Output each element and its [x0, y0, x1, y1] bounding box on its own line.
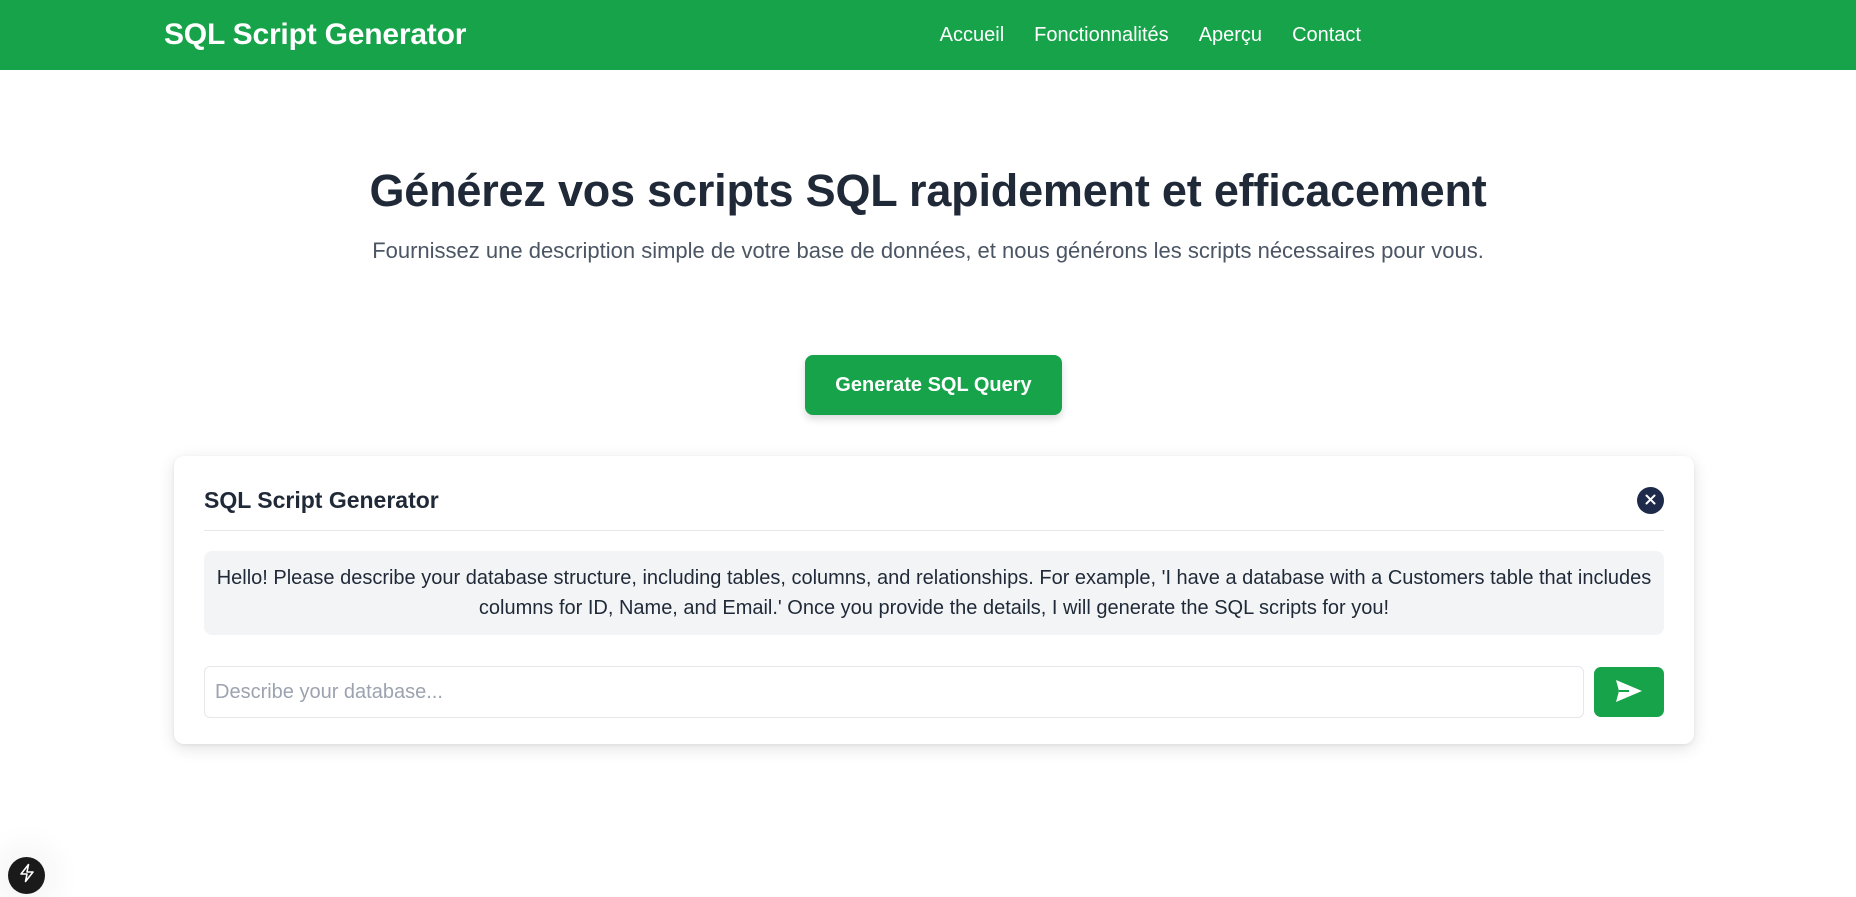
nav-link-accueil[interactable]: Accueil: [940, 24, 1004, 47]
top-navbar: SQL Script Generator Accueil Fonctionnal…: [0, 0, 1856, 70]
database-description-input[interactable]: [204, 666, 1584, 718]
chat-panel: SQL Script Generator Hello! Please descr…: [174, 456, 1694, 744]
nav-links: Accueil Fonctionnalités Aperçu Contact: [940, 24, 1361, 47]
nav-link-contact[interactable]: Contact: [1292, 24, 1361, 47]
close-button[interactable]: [1637, 486, 1664, 514]
send-button[interactable]: [1594, 667, 1664, 717]
hero-subtitle: Fournissez une description simple de vot…: [372, 238, 1484, 263]
dev-tools-badge[interactable]: [8, 857, 45, 894]
generate-sql-query-button[interactable]: Generate SQL Query: [805, 355, 1062, 415]
chat-input-row: [204, 666, 1664, 718]
nav-link-apercu[interactable]: Aperçu: [1199, 24, 1262, 47]
hero-title: Générez vos scripts SQL rapidement et ef…: [369, 165, 1487, 216]
nav-link-fonctionnalites[interactable]: Fonctionnalités: [1034, 24, 1169, 47]
brand-title[interactable]: SQL Script Generator: [164, 18, 466, 52]
bot-message: Hello! Please describe your database str…: [204, 551, 1664, 635]
chat-header: SQL Script Generator: [204, 456, 1664, 531]
hero-section: Générez vos scripts SQL rapidement et ef…: [0, 165, 1856, 264]
lightning-icon: [18, 863, 36, 888]
close-icon: [1645, 493, 1656, 508]
send-icon: [1615, 679, 1643, 706]
chat-title: SQL Script Generator: [204, 486, 439, 513]
